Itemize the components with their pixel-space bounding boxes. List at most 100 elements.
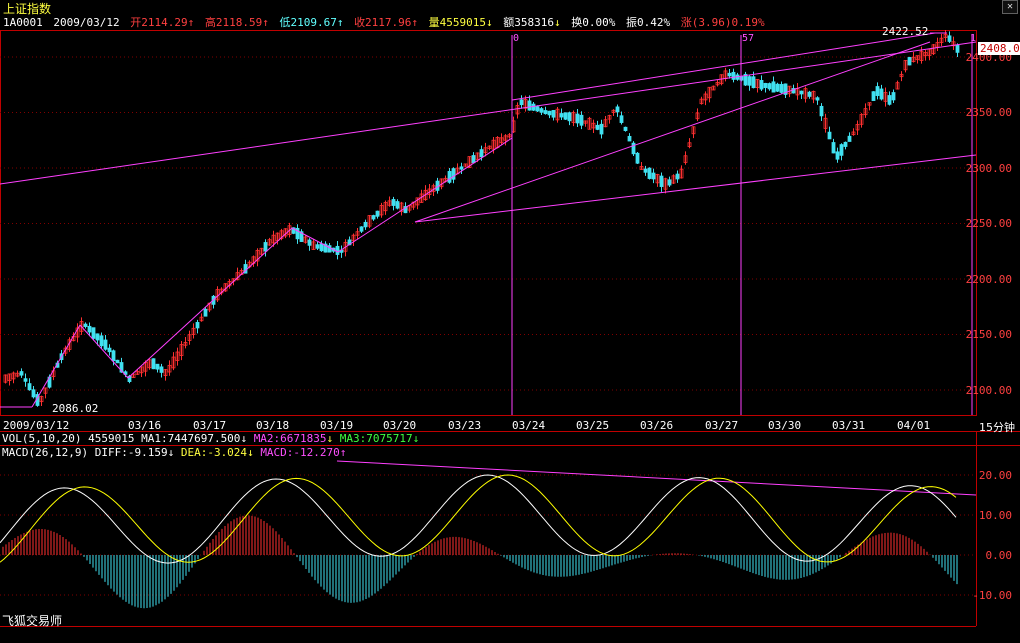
candle-body — [675, 173, 680, 180]
cycle-marker-0: 0 — [513, 33, 520, 44]
close-button[interactable]: ✕ — [1002, 0, 1018, 14]
trend-line — [337, 137, 513, 253]
candle-body — [111, 350, 116, 362]
vol-ma3: MA3:7075717 — [339, 432, 413, 445]
index-code: 1A0001 — [3, 16, 43, 29]
date-label: 04/01 — [897, 419, 931, 432]
candle-body — [575, 113, 580, 124]
candle-body — [91, 327, 96, 339]
candle-body — [107, 347, 112, 353]
candle-body — [203, 308, 208, 317]
candle-body — [635, 152, 640, 164]
candle-body — [543, 110, 548, 115]
trend-line — [79, 324, 129, 379]
candle-body — [847, 135, 852, 142]
candle-body — [155, 363, 160, 370]
trend-line — [511, 32, 936, 101]
candle-body — [531, 103, 536, 111]
candle-body — [263, 242, 268, 252]
chart-canvas[interactable] — [0, 0, 1020, 643]
candle-body — [459, 166, 464, 170]
price-tick: 2200.00 — [965, 273, 1012, 286]
candle-body — [839, 144, 844, 156]
high-marker: 2422.52 — [882, 25, 929, 38]
date-label: 03/19 — [320, 419, 354, 432]
candle-body — [907, 57, 912, 66]
candle-body — [471, 155, 476, 164]
quote-date: 2009/03/12 — [53, 16, 120, 29]
candle-body — [579, 114, 584, 126]
low-price: 低2109.67 — [279, 16, 337, 29]
trend-line — [127, 227, 293, 379]
candle-body — [771, 81, 776, 93]
candle-body — [627, 135, 632, 142]
candle-body — [103, 339, 108, 350]
candle-body — [747, 76, 752, 86]
candle-body — [27, 383, 32, 391]
candle-body — [623, 126, 628, 131]
price-tick: 2350.00 — [965, 106, 1012, 119]
close-icon: ✕ — [1006, 1, 1014, 12]
candle-body — [395, 201, 400, 209]
macd-histogram — [2, 515, 958, 609]
candle-body — [731, 71, 736, 80]
candle-body — [559, 113, 564, 118]
candle-body — [815, 97, 820, 101]
candle-body — [551, 110, 556, 118]
price-tick: 2300.00 — [965, 162, 1012, 175]
vol-ma1: MA1:7447697.500 — [141, 432, 241, 445]
macd-dea-line — [0, 474, 957, 563]
candle-body — [819, 105, 824, 117]
candle-body — [371, 215, 376, 220]
candle-body — [535, 106, 540, 112]
macd-tick: 20.00 — [978, 469, 1012, 482]
candle-body — [447, 171, 452, 183]
candle-body — [775, 83, 780, 92]
current-price-tag: 2408.0 — [978, 42, 1020, 55]
candle-body — [595, 124, 600, 130]
candle-body — [19, 371, 24, 376]
candle-body — [95, 333, 100, 341]
candle-body — [335, 245, 340, 255]
open-price: 开2114.29 — [130, 16, 188, 29]
date-label: 03/23 — [448, 419, 482, 432]
candle-body — [831, 142, 836, 154]
candle-body — [827, 131, 832, 140]
cycle-marker-end: 1 — [970, 33, 977, 44]
date-label: 03/25 — [576, 419, 610, 432]
date-label: 03/27 — [705, 419, 739, 432]
price-tick: 2150.00 — [965, 328, 1012, 341]
turnover: 换0.00% — [571, 16, 616, 29]
candle-body — [539, 108, 544, 113]
trend-line — [414, 154, 977, 223]
candle-body — [879, 88, 884, 100]
candle-body — [799, 90, 804, 95]
macd-dea: DEA:-3.024 — [180, 446, 248, 459]
candle-body — [843, 141, 848, 147]
low-marker: 2086.02 — [52, 402, 99, 415]
candle-body — [307, 239, 312, 246]
macd-lines — [0, 474, 957, 564]
date-label: 03/20 — [383, 419, 417, 432]
macd-tick: 10.00 — [978, 509, 1012, 522]
price-tick: 2250.00 — [965, 217, 1012, 230]
candle-body — [871, 91, 876, 101]
date-label: 03/17 — [193, 419, 227, 432]
date-label: 03/24 — [512, 419, 546, 432]
candle-body — [807, 91, 812, 97]
macd-tick: 0.00 — [985, 549, 1013, 562]
period-selector[interactable]: 15分钟 — [979, 419, 1015, 435]
candle-body — [31, 389, 36, 398]
candle-body — [363, 221, 368, 228]
vol-ma2: MA2:6671835 — [253, 432, 327, 445]
candle-body — [759, 80, 764, 90]
vol-indicator-bar: VOL(5,10,20) 4559015 MA1:7447697.500↓ MA… — [2, 432, 420, 445]
candle-body — [315, 244, 320, 249]
candle-body — [955, 44, 960, 53]
candle-body — [887, 95, 892, 105]
candle-body — [615, 106, 620, 113]
cycle-marker-57: 57 — [742, 33, 755, 44]
candle-body — [391, 199, 396, 206]
candle-body — [667, 179, 672, 186]
candle-body — [763, 82, 768, 88]
